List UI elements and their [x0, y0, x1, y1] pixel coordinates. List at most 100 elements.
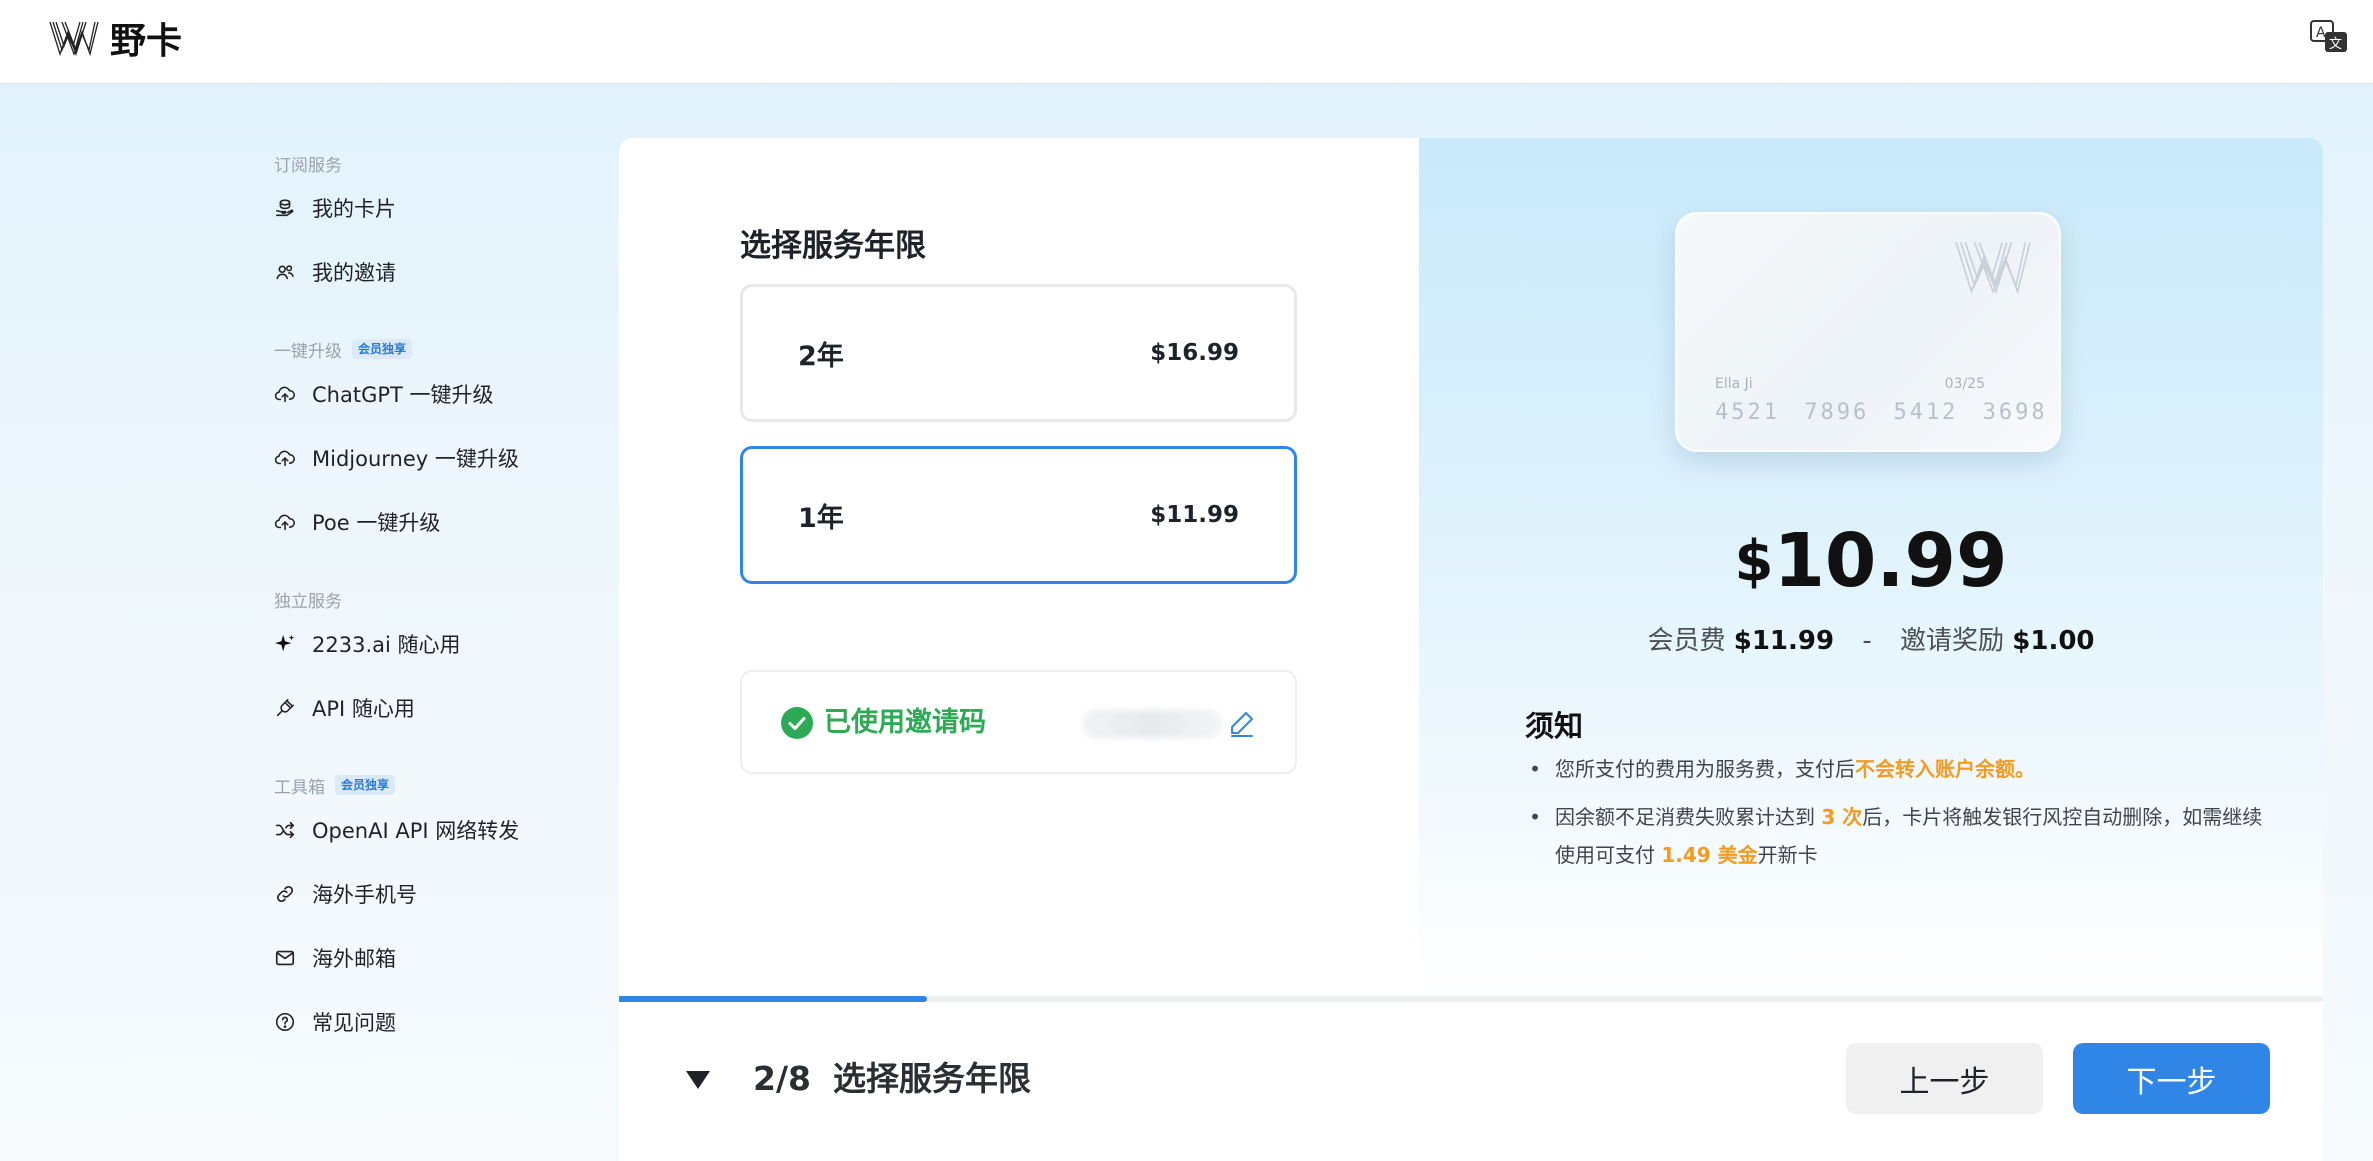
plan-option-label: 1年: [798, 502, 844, 534]
price-currency: $: [1734, 529, 1774, 594]
notice-text-part: 开新卡: [1757, 843, 1818, 867]
plug-icon: [274, 697, 296, 719]
plan-option-label: 2年: [798, 340, 844, 372]
sidebar-item-label: API 随心用: [312, 697, 415, 721]
notice-highlight: 3 次: [1821, 805, 1863, 829]
virtual-card-preview: Ella Ji 03/25 4521 7896 5412 3698: [1675, 212, 2061, 452]
notice-text: 因余额不足消费失败累计达到 3 次后，卡片将触发银行风控自动删除，如需继续使用可…: [1555, 798, 2265, 874]
sidebar-item-label: ChatGPT 一键升级: [312, 383, 494, 407]
shuffle-icon: [274, 819, 296, 841]
link-icon: [274, 883, 296, 905]
group-title-text: 一键升级: [274, 341, 342, 362]
sidebar-item-label: Midjourney 一键升级: [312, 447, 519, 471]
edit-icon[interactable]: [1227, 708, 1257, 738]
sidebar-item-label: 我的邀请: [312, 261, 396, 285]
fee-value: $11.99: [1733, 626, 1835, 656]
users-icon: [274, 261, 296, 283]
fee-label: 会员费: [1647, 626, 1726, 656]
svg-text:A: A: [2316, 25, 2326, 41]
reward-label: 邀请奖励: [1900, 626, 2005, 656]
card-holder-name: Ella Ji: [1715, 376, 1753, 392]
notice-text-part: 因余额不足消费失败累计达到: [1555, 805, 1822, 829]
card-expiry: 03/25: [1944, 376, 1985, 392]
sparkle-icon: [274, 633, 296, 655]
cloud-upload-icon: [274, 383, 296, 405]
step-indicator: 2/8 选择服务年限: [753, 1058, 1031, 1100]
price-separator: -: [1862, 626, 1872, 656]
invite-code-box: 已使用邀请码: [740, 670, 1297, 774]
plan-option-2-years[interactable]: 2年 $16.99: [740, 284, 1297, 422]
sidebar-item-chatgpt-upgrade[interactable]: ChatGPT 一键升级: [274, 374, 594, 414]
notice-highlight: 1.49 美金: [1661, 843, 1758, 867]
help-circle-icon: [274, 1011, 296, 1033]
sidebar-item-label: OpenAI API 网络转发: [312, 819, 520, 843]
w-logo-icon: [49, 21, 99, 57]
reward-value: $1.00: [2012, 626, 2095, 656]
next-step-button[interactable]: 下一步: [2073, 1043, 2270, 1114]
sidebar-group-title: 订阅服务: [274, 150, 594, 176]
sidebar-item-poe-upgrade[interactable]: Poe 一键升级: [274, 502, 594, 542]
group-title-text: 工具箱: [274, 777, 325, 798]
sidebar-group-title: 工具箱 会员独享: [274, 772, 594, 798]
sidebar-item-overseas-email[interactable]: 海外邮箱: [274, 938, 594, 978]
notice-title: 须知: [1525, 709, 1584, 743]
check-circle-icon: [781, 707, 813, 739]
sidebar-item-my-invites[interactable]: 我的邀请: [274, 252, 594, 292]
notice-text-part: 您所支付的费用为服务费，支付后: [1555, 757, 1855, 781]
group-title-text: 订阅服务: [274, 155, 342, 176]
notice-item: • 因余额不足消费失败累计达到 3 次后，卡片将触发银行风控自动删除，如需继续使…: [1525, 798, 2265, 874]
main-card: 选择服务年限 2年 $16.99 1年 $11.99 已使用邀请码 Ella J…: [619, 138, 2323, 1161]
sidebar-item-label: 我的卡片: [312, 197, 396, 221]
svg-text:文: 文: [2329, 37, 2342, 52]
total-price: $10.99: [1419, 518, 2323, 604]
collapse-triangle-icon[interactable]: [682, 1063, 714, 1095]
sidebar: 订阅服务 我的卡片 我的邀请 一键升级 会员独享 ChatGPT 一键升级 Mi…: [274, 150, 594, 1042]
wallet-icon: [274, 197, 296, 219]
step-counter: 2/8: [753, 1059, 811, 1098]
brand-name: 野卡: [110, 21, 183, 62]
price-breakdown: 会员费 $11.99 - 邀请奖励 $1.00: [1419, 620, 2323, 657]
prev-step-button[interactable]: 上一步: [1846, 1043, 2043, 1114]
sidebar-item-my-cards[interactable]: 我的卡片: [274, 188, 594, 228]
invite-status-text: 已使用邀请码: [824, 707, 986, 738]
sidebar-item-overseas-phone[interactable]: 海外手机号: [274, 874, 594, 914]
sidebar-item-api[interactable]: API 随心用: [274, 688, 594, 728]
bullet-icon: •: [1529, 757, 1541, 781]
sidebar-item-midjourney-upgrade[interactable]: Midjourney 一键升级: [274, 438, 594, 478]
plan-option-price: $11.99: [1150, 502, 1239, 528]
summary-panel: Ella Ji 03/25 4521 7896 5412 3698 $10.99…: [1419, 138, 2323, 1000]
sidebar-item-label: 海外手机号: [312, 883, 417, 907]
group-title-text: 独立服务: [274, 591, 342, 612]
cloud-upload-icon: [274, 447, 296, 469]
price-amount: 10.99: [1773, 518, 2008, 604]
step-name: 选择服务年限: [832, 1059, 1031, 1098]
plan-option-1-year[interactable]: 1年 $11.99: [740, 446, 1297, 584]
sidebar-item-label: 海外邮箱: [312, 947, 396, 971]
notice-text: 您所支付的费用为服务费，支付后不会转入账户余额。: [1555, 750, 2035, 788]
member-badge: 会员独享: [352, 339, 413, 359]
plan-option-price: $16.99: [1150, 340, 1239, 366]
sidebar-item-label: 常见问题: [312, 1011, 396, 1035]
card-brand-logo-icon: [1955, 242, 2031, 295]
top-header: 野卡 A 文: [0, 0, 2373, 83]
sidebar-item-label: 2233.ai 随心用: [312, 633, 461, 657]
sidebar-item-label: Poe 一键升级: [312, 511, 441, 535]
member-badge: 会员独享: [335, 775, 396, 795]
sidebar-item-openai-proxy[interactable]: OpenAI API 网络转发: [274, 810, 594, 850]
sidebar-group-title: 独立服务: [274, 586, 594, 612]
cloud-upload-icon: [274, 511, 296, 533]
notice-item: • 您所支付的费用为服务费，支付后不会转入账户余额。: [1525, 750, 2265, 788]
notice-highlight: 不会转入账户余额。: [1855, 757, 2035, 781]
notice-list: • 您所支付的费用为服务费，支付后不会转入账户余额。 • 因余额不足消费失败累计…: [1525, 750, 2265, 884]
section-title: 选择服务年限: [740, 228, 926, 264]
sidebar-group-title: 一键升级 会员独享: [274, 336, 594, 362]
brand-logo[interactable]: 野卡: [48, 16, 182, 62]
invite-code-masked: [1082, 710, 1222, 738]
mail-icon: [274, 947, 296, 969]
sidebar-item-2233ai[interactable]: 2233.ai 随心用: [274, 624, 594, 664]
sidebar-item-faq[interactable]: 常见问题: [274, 1002, 594, 1042]
step-progress-bar: [619, 996, 2323, 1002]
bullet-icon: •: [1529, 805, 1541, 829]
step-progress-fill: [619, 996, 927, 1002]
language-switch-button[interactable]: A 文: [2309, 18, 2351, 58]
